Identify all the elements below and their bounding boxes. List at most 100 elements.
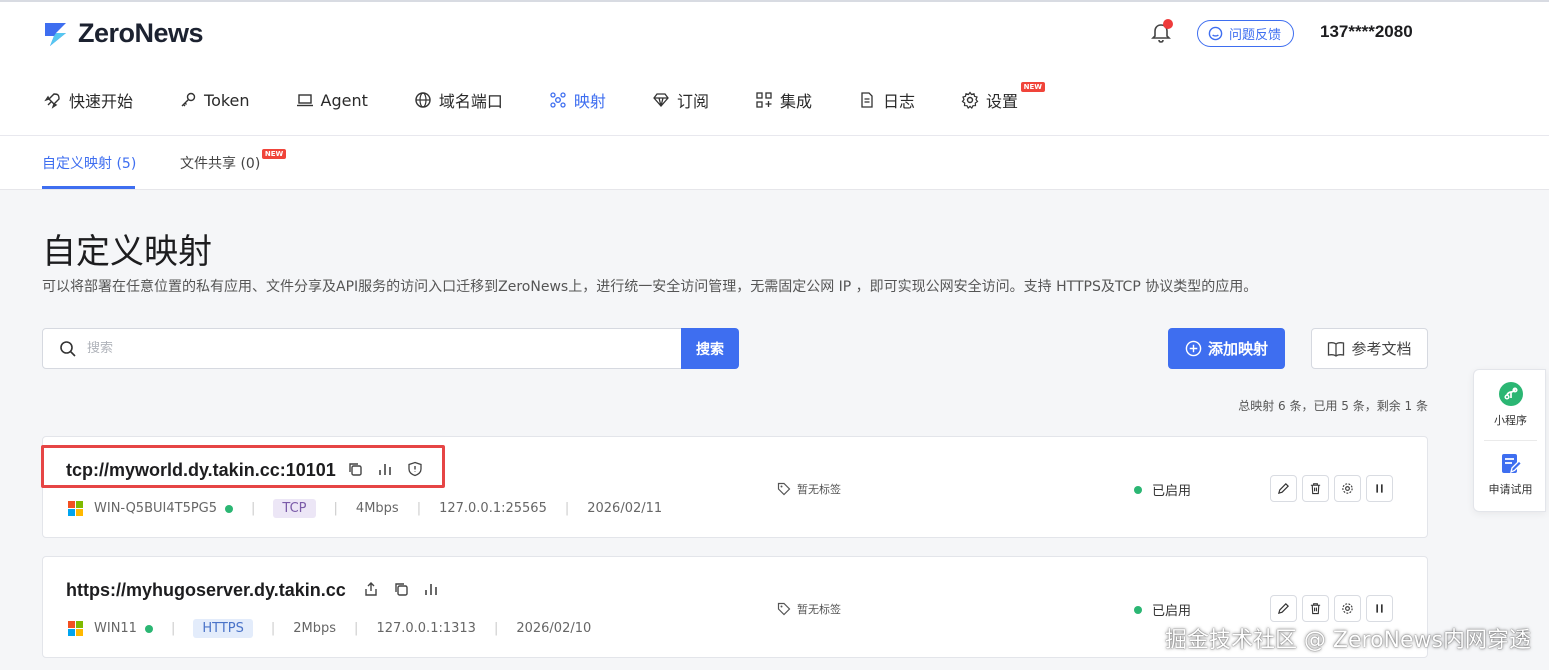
- agent-name[interactable]: WIN-Q5BUI4T5PG5: [94, 501, 217, 516]
- mini-program-button[interactable]: 小程序: [1474, 381, 1547, 428]
- plus-circle-icon: [1185, 340, 1202, 357]
- feedback-label: 问题反馈: [1229, 28, 1282, 43]
- nav-label: 域名端口: [438, 92, 503, 111]
- url-actions: [347, 461, 423, 477]
- divider: [1484, 440, 1537, 441]
- status-dot: [1134, 605, 1142, 614]
- gear-icon: [961, 91, 979, 109]
- shield-icon[interactable]: [407, 461, 423, 477]
- divider: |: [170, 621, 176, 636]
- copy-icon[interactable]: [393, 581, 409, 597]
- divider: |: [416, 501, 422, 516]
- edit-button[interactable]: [1270, 475, 1297, 502]
- watermark: 掘金技术社区 @ ZeroNews内网穿透: [1164, 628, 1531, 653]
- edit-form-icon: [1501, 454, 1522, 474]
- trash-icon: [1310, 483, 1321, 495]
- rocket-icon: [44, 93, 60, 109]
- mapping-summary: 总映射 6 条，已用 5 条，剩余 1 条: [1238, 399, 1428, 413]
- delete-button[interactable]: [1302, 475, 1329, 502]
- created-date: 2026/02/11: [587, 501, 663, 516]
- mapping-meta: WIN11 | HTTPS | 2Mbps | 127.0.0.1:1313 |…: [68, 619, 591, 638]
- nav-label: 映射: [573, 92, 606, 111]
- page-description: 可以将部署在任意位置的私有应用、文件分享及API服务的访问入口迁移到ZeroNe…: [42, 279, 1258, 295]
- delete-button[interactable]: [1302, 595, 1329, 622]
- pause-icon: [1376, 604, 1383, 613]
- nav-item-domain-port[interactable]: 域名端口: [414, 88, 503, 112]
- status: 已启用: [1134, 600, 1191, 619]
- new-badge: NEW: [261, 149, 287, 159]
- divider: |: [564, 501, 570, 516]
- floating-panel: 小程序 申请试用: [1473, 369, 1546, 512]
- nav-item-token[interactable]: Token: [179, 88, 250, 112]
- globe-icon: [415, 92, 431, 108]
- windows-icon: [68, 621, 83, 636]
- status-label: 已启用: [1152, 484, 1192, 499]
- page-title: 自定义映射: [42, 232, 212, 272]
- add-mapping-label: 添加映射: [1207, 340, 1268, 358]
- agent-name[interactable]: WIN11: [94, 621, 137, 636]
- tag-field[interactable]: 暂无标签: [777, 601, 841, 617]
- nav-label: Agent: [320, 90, 368, 110]
- file-icon: [861, 92, 873, 108]
- tab-custom-mapping[interactable]: 自定义映射 (5): [42, 153, 136, 173]
- pause-icon: [1376, 484, 1383, 493]
- pause-button[interactable]: [1366, 595, 1393, 622]
- search-field[interactable]: [42, 328, 682, 369]
- nav-item-agent[interactable]: Agent: [296, 88, 368, 112]
- mini-program-label: 小程序: [1494, 414, 1527, 427]
- mapping-url[interactable]: https://myhugoserver.dy.takin.cc: [66, 580, 346, 601]
- status-label: 已启用: [1152, 604, 1192, 619]
- mapping-meta: WIN-Q5BUI4T5PG5 | TCP | 4Mbps | 127.0.0.…: [68, 499, 662, 518]
- share-icon[interactable]: [363, 581, 379, 597]
- smile-icon: [1208, 26, 1223, 41]
- target-address: 127.0.0.1:1313: [376, 621, 476, 636]
- gear-icon: [1342, 603, 1353, 614]
- nav-item-quickstart[interactable]: 快速开始: [44, 88, 133, 112]
- nav-label: 设置: [985, 92, 1018, 111]
- sub-tabs: 自定义映射 (5) 文件共享 (0) NEW: [0, 136, 1549, 190]
- nav-item-integration[interactable]: 集成: [755, 88, 812, 112]
- nav-item-mapping[interactable]: 映射: [549, 88, 606, 112]
- add-mapping-button[interactable]: 添加映射: [1168, 328, 1285, 369]
- settings-button[interactable]: [1334, 475, 1361, 502]
- pause-button[interactable]: [1366, 475, 1393, 502]
- protocol-badge: HTTPS: [193, 619, 253, 638]
- edit-button[interactable]: [1270, 595, 1297, 622]
- book-icon: [1328, 341, 1345, 357]
- search-input[interactable]: [87, 341, 647, 356]
- search-button[interactable]: 搜索: [681, 328, 739, 369]
- bandwidth: 4Mbps: [355, 501, 399, 516]
- copy-icon[interactable]: [347, 461, 363, 477]
- nav-label: Token: [204, 90, 250, 110]
- user-account[interactable]: 137****2080: [1320, 22, 1413, 42]
- tag-field[interactable]: 暂无标签: [777, 481, 841, 497]
- tab-file-share[interactable]: 文件共享 (0) NEW: [180, 149, 287, 173]
- bandwidth: 2Mbps: [293, 621, 337, 636]
- laptop-icon: [296, 94, 313, 107]
- divider: |: [333, 501, 338, 516]
- mapping-card: tcp://myworld.dy.takin.cc:10101 WIN-Q5BU…: [42, 436, 1428, 538]
- windows-icon: [68, 501, 83, 516]
- docs-button[interactable]: 参考文档: [1311, 328, 1428, 369]
- feedback-button[interactable]: 问题反馈: [1197, 20, 1294, 47]
- settings-button[interactable]: [1334, 595, 1361, 622]
- bar-chart-icon[interactable]: [423, 581, 439, 597]
- nav-item-logs[interactable]: 日志: [858, 88, 915, 112]
- bar-chart-icon[interactable]: [377, 461, 393, 477]
- tag-label: 暂无标签: [797, 483, 841, 496]
- trial-button[interactable]: 申请试用: [1474, 452, 1547, 497]
- nav-label: 快速开始: [69, 92, 134, 111]
- apps-icon: [756, 92, 772, 108]
- created-date: 2026/02/10: [516, 621, 592, 636]
- logo[interactable]: ZeroNews: [42, 18, 204, 49]
- mapping-url[interactable]: tcp://myworld.dy.takin.cc:10101: [66, 460, 336, 481]
- divider: |: [354, 621, 359, 636]
- network-icon: [550, 92, 566, 108]
- nav-item-subscription[interactable]: 订阅: [652, 88, 709, 112]
- tab-label: 文件共享 (0): [180, 156, 261, 172]
- logo-text: ZeroNews: [78, 18, 204, 48]
- nav-item-settings[interactable]: 设置 NEW: [961, 82, 1045, 112]
- main-nav: 快速开始 Token Agent 域名端口 映射 订阅 集成 日志 设置 NEW: [44, 82, 1064, 112]
- search-icon: [60, 340, 76, 357]
- protocol-badge: TCP: [273, 499, 316, 518]
